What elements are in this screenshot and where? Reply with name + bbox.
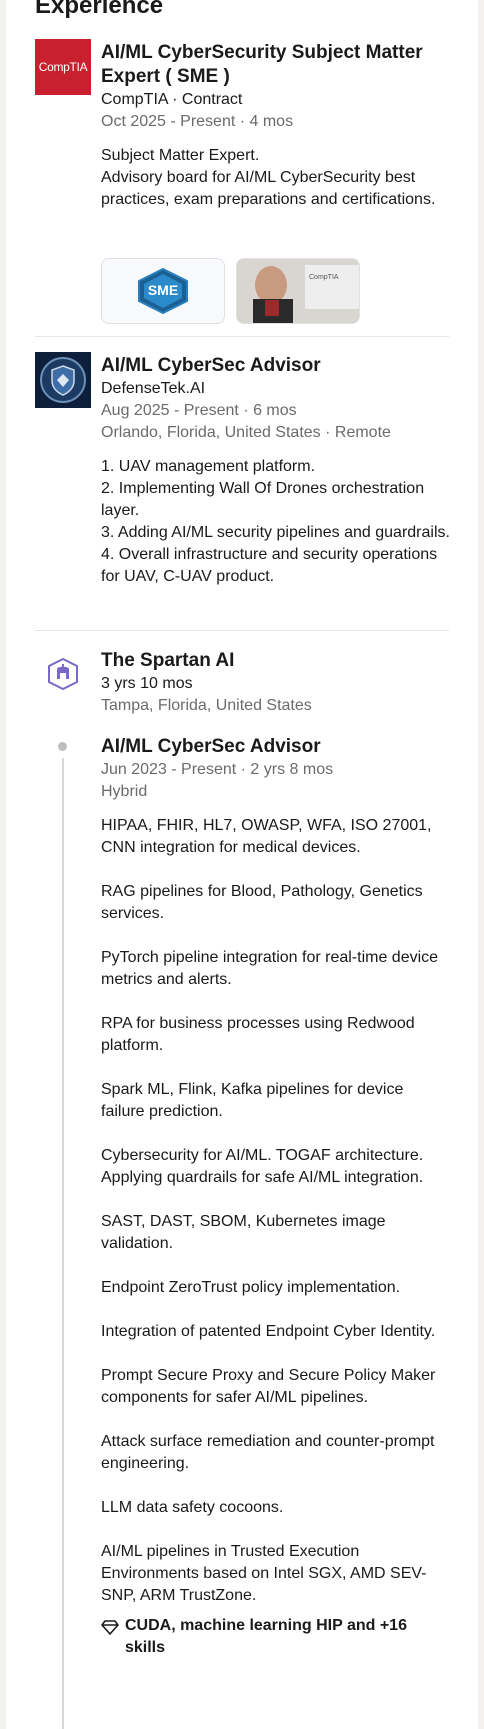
- comptia-logo-text: CompTIA: [38, 60, 88, 74]
- description-paragraph: RAG pipelines for Blood, Pathology, Gene…: [101, 883, 423, 922]
- experience-card: Experience CompTIA AI/ML CyberSecurity S…: [6, 0, 478, 1729]
- sme-badge-text: SME: [148, 282, 178, 298]
- description-paragraph: Endpoint ZeroTrust policy implementation…: [101, 1279, 401, 1296]
- shield-icon: [40, 357, 86, 403]
- description-paragraph: PyTorch pipeline integration for real-ti…: [101, 949, 439, 988]
- divider: [35, 336, 449, 337]
- position-title: AI/ML CyberSec Advisor: [101, 736, 321, 757]
- description-line: 3. Adding AI/ML security pipelines and g…: [101, 524, 450, 541]
- total-duration: 3 yrs 10 mos: [101, 675, 193, 692]
- divider: [35, 630, 449, 631]
- timeline-dot: [58, 742, 67, 751]
- spartan-ai-logo[interactable]: [35, 646, 91, 702]
- description-line: 1. UAV management platform.: [101, 458, 316, 475]
- company-name: DefenseTek.AI: [101, 380, 206, 397]
- photo-caption: CompTIA: [309, 274, 339, 281]
- date-range: Aug 2025 - Present · 6 mos: [101, 402, 297, 419]
- description-paragraph: LLM data safety cocoons.: [101, 1499, 284, 1516]
- description-line: Subject Matter Expert.: [101, 147, 260, 164]
- media-thumbnail-sme[interactable]: SME: [101, 258, 225, 324]
- date-range: Oct 2025 - Present · 4 mos: [101, 113, 294, 130]
- skills-row[interactable]: CUDA, machine learning HIP and +16 skill…: [101, 1615, 451, 1659]
- person-photo: CompTIA: [237, 259, 359, 323]
- description-paragraph: SAST, DAST, SBOM, Kubernetes image valid…: [101, 1213, 386, 1252]
- location: Tampa, Florida, United States: [101, 697, 312, 714]
- section-title: Experience: [35, 0, 164, 19]
- role-block[interactable]: AI/ML CyberSec Advisor Jun 2023 - Presen…: [101, 735, 451, 1659]
- company-title: The Spartan AI: [101, 650, 235, 671]
- skills-link[interactable]: CUDA, machine learning HIP and +16 skill…: [125, 1615, 451, 1659]
- description-paragraph: AI/ML pipelines in Trusted Execution Env…: [101, 1543, 427, 1604]
- workplace-type: Hybrid: [101, 783, 148, 800]
- company-name: CompTIA · Contract: [101, 91, 243, 108]
- description-paragraph: HIPAA, FHIR, HL7, OWASP, WFA, ISO 27001,…: [101, 817, 432, 856]
- description-paragraph: Prompt Secure Proxy and Secure Policy Ma…: [101, 1367, 436, 1406]
- diamond-icon: [101, 1620, 119, 1635]
- position-title: AI/ML CyberSecurity Subject Matter Exper…: [101, 42, 423, 87]
- date-range: Jun 2023 - Present · 2 yrs 8 mos: [101, 761, 334, 778]
- timeline-line: [62, 758, 64, 1729]
- description-paragraph: Integration of patented Endpoint Cyber I…: [101, 1323, 436, 1340]
- comptia-logo[interactable]: CompTIA: [35, 39, 91, 95]
- description-line: 2. Implementing Wall Of Drones orchestra…: [101, 480, 425, 519]
- spartan-helmet-icon: [48, 657, 78, 691]
- defensetek-logo[interactable]: [35, 352, 91, 408]
- location: Orlando, Florida, United States · Remote: [101, 424, 391, 441]
- description-line: 4. Overall infrastructure and security o…: [101, 546, 438, 585]
- sme-badge-icon: SME: [138, 267, 188, 315]
- media-thumbnail-photo[interactable]: CompTIA: [236, 258, 360, 324]
- description-paragraph: RPA for business processes using Redwood…: [101, 1015, 415, 1054]
- description-paragraph: Attack surface remediation and counter-p…: [101, 1433, 435, 1472]
- position-title: AI/ML CyberSec Advisor: [101, 355, 321, 376]
- description-line: Advisory board for AI/ML CyberSecurity b…: [101, 169, 436, 208]
- description-paragraph: Cybersecurity for AI/ML. TOGAF architect…: [101, 1147, 424, 1186]
- description-paragraph: Spark ML, Flink, Kafka pipelines for dev…: [101, 1081, 404, 1120]
